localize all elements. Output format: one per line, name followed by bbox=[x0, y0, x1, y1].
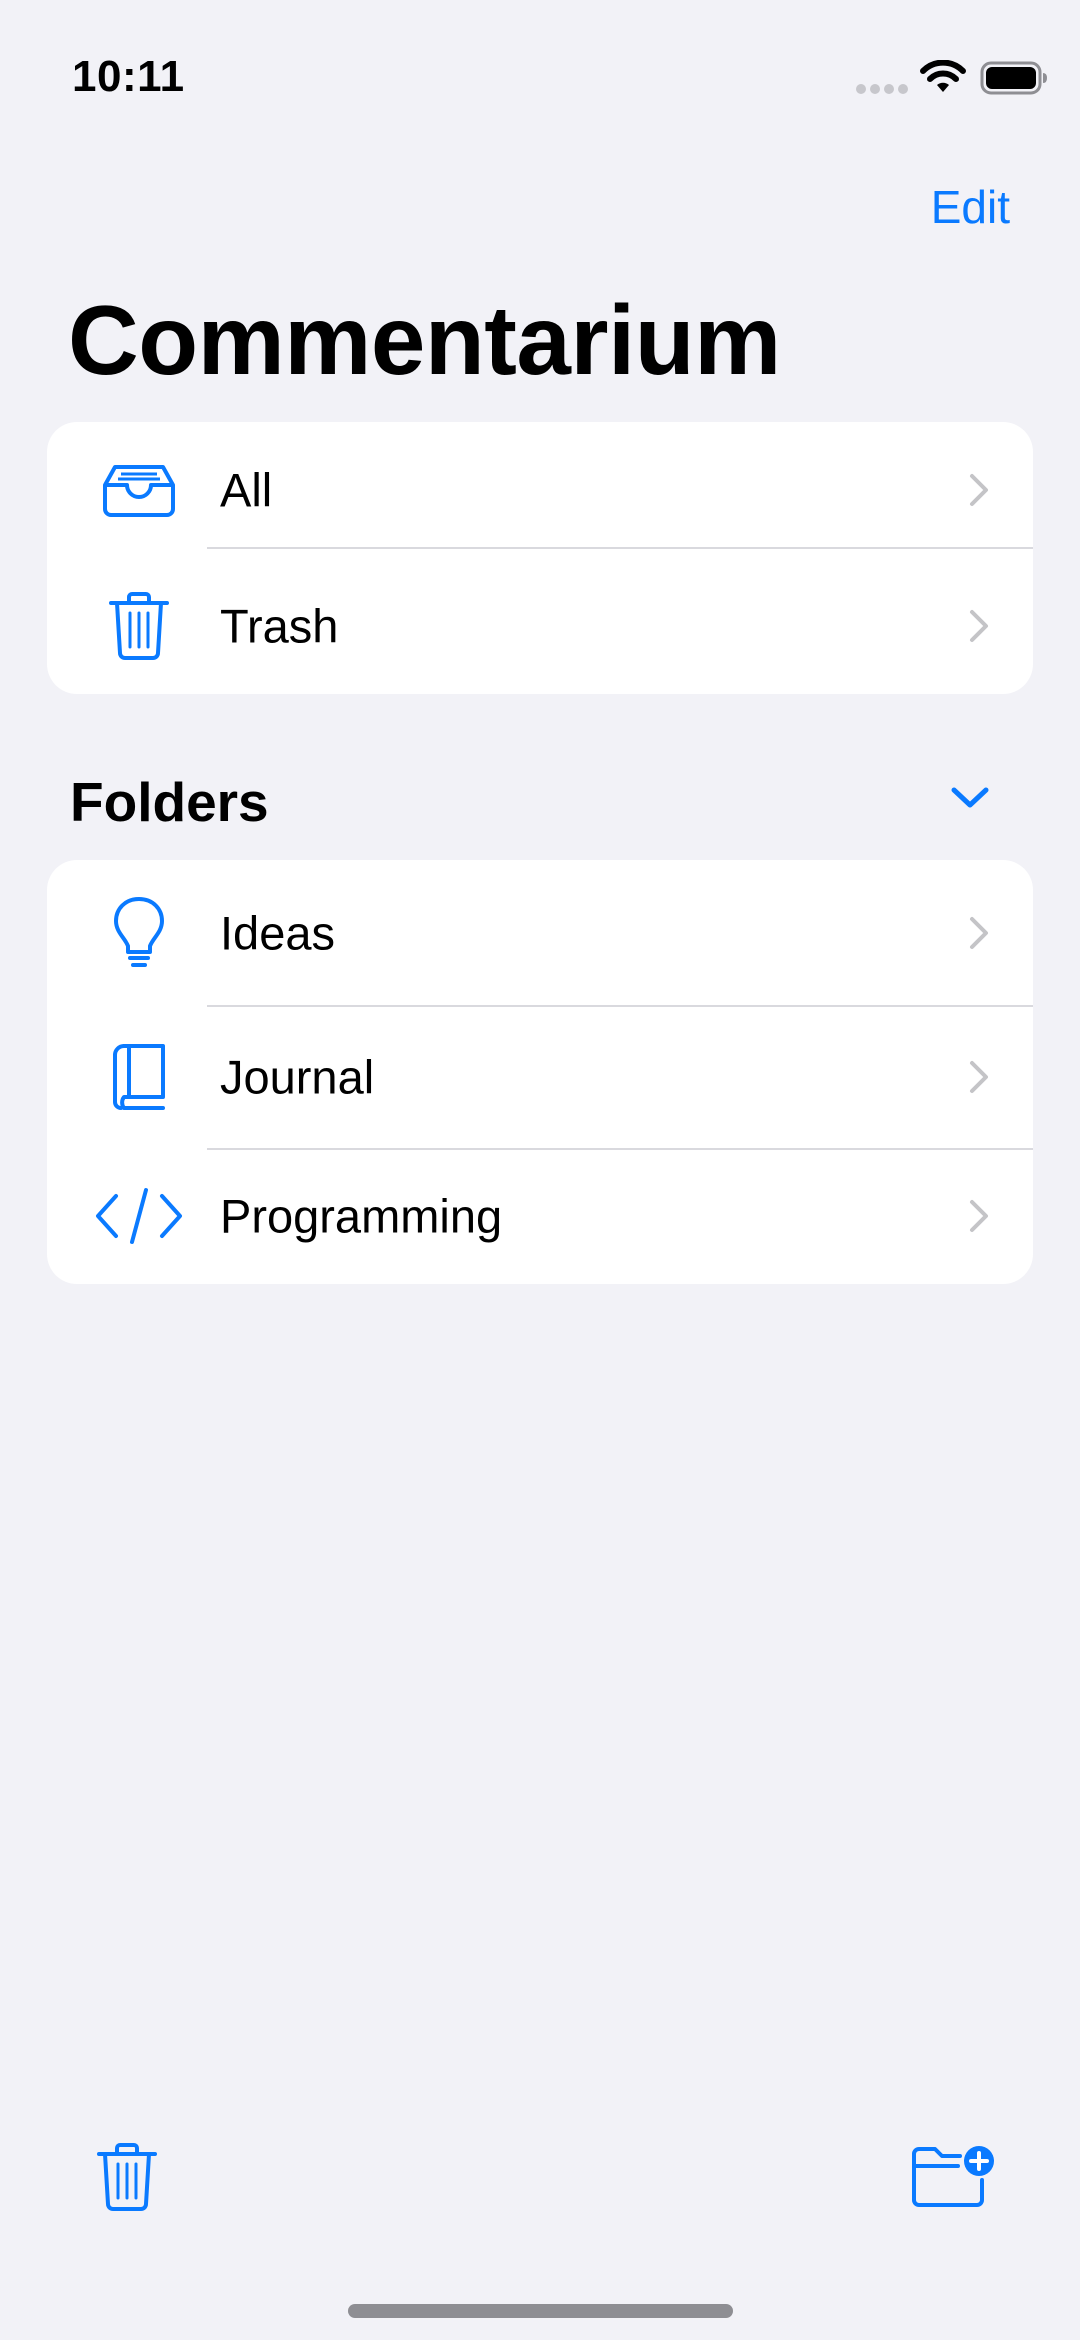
list-item-all[interactable]: All bbox=[47, 422, 1033, 558]
section-header-folders: Folders bbox=[70, 771, 269, 833]
home-indicator[interactable] bbox=[348, 2304, 733, 2318]
list-item-programming[interactable]: Programming bbox=[47, 1148, 1033, 1284]
page-title: Commentarium bbox=[68, 285, 781, 395]
list-item-label: Ideas bbox=[220, 906, 335, 960]
battery-icon bbox=[980, 61, 1047, 95]
smart-folders-list: All Trash bbox=[47, 422, 1033, 694]
list-item-label: All bbox=[220, 463, 273, 517]
edit-button[interactable]: Edit bbox=[931, 180, 1010, 234]
book-icon bbox=[87, 1006, 191, 1148]
folder-badge-plus-icon[interactable] bbox=[908, 2144, 996, 2210]
toolbar-trash-icon[interactable] bbox=[96, 2142, 158, 2212]
tray-icon bbox=[87, 422, 191, 558]
lightbulb-icon bbox=[87, 860, 191, 1006]
chevron-right-icon bbox=[970, 1200, 988, 1232]
list-item-trash[interactable]: Trash bbox=[47, 558, 1033, 694]
chevron-right-icon bbox=[970, 474, 988, 506]
list-item-ideas[interactable]: Ideas bbox=[47, 860, 1033, 1006]
list-item-journal[interactable]: Journal bbox=[47, 1006, 1033, 1148]
status-time: 10:11 bbox=[72, 52, 185, 101]
list-item-label: Trash bbox=[220, 599, 339, 653]
row-separator bbox=[207, 547, 1033, 549]
list-item-label: Programming bbox=[220, 1189, 503, 1243]
chevron-down-icon[interactable] bbox=[950, 786, 990, 810]
cellular-signal-icon bbox=[856, 84, 908, 94]
chevron-right-icon bbox=[970, 1061, 988, 1093]
wifi-icon bbox=[920, 60, 966, 92]
trash-icon bbox=[87, 558, 191, 694]
list-item-label: Journal bbox=[220, 1050, 375, 1104]
code-icon bbox=[87, 1148, 191, 1284]
status-bar: 10:11 bbox=[0, 0, 1080, 140]
folders-list: Ideas Journal Programming bbox=[47, 860, 1033, 1284]
chevron-right-icon bbox=[970, 917, 988, 949]
chevron-right-icon bbox=[970, 610, 988, 642]
